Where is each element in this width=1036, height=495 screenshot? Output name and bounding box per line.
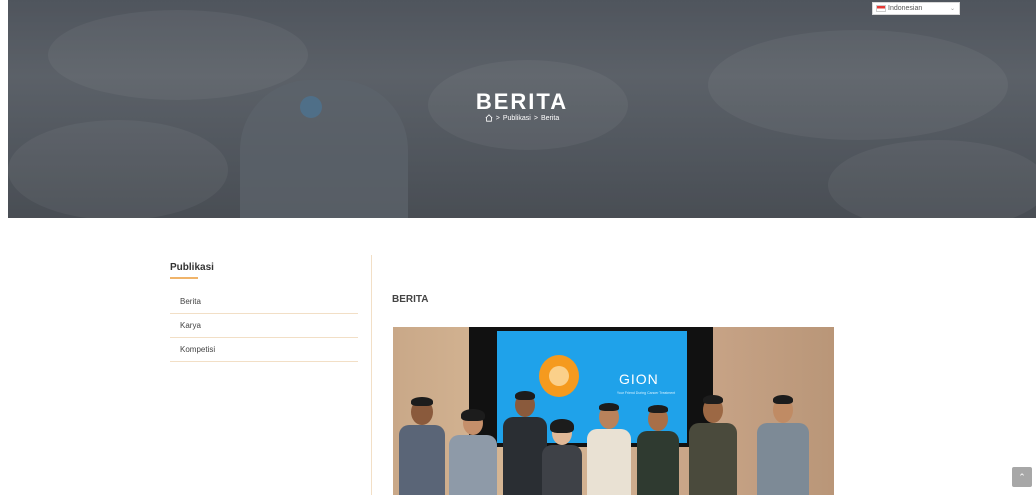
scroll-to-top-button[interactable]: ⌃	[1012, 467, 1032, 487]
chevron-up-icon: ⌃	[1018, 471, 1026, 482]
news-photo[interactable]: GION Your Friend During Cancer Treatment	[393, 327, 834, 495]
home-icon[interactable]	[485, 114, 493, 122]
person	[539, 419, 585, 495]
section-title: BERITA	[392, 294, 429, 305]
breadcrumb-separator: >	[533, 114, 538, 122]
person	[397, 397, 447, 495]
sidebar-item-kompetisi[interactable]: Kompetisi	[170, 338, 358, 362]
person	[447, 409, 499, 495]
chevron-down-icon: ⌄	[949, 6, 955, 12]
language-select-value: Indonesian	[888, 5, 923, 12]
breadcrumb-item-publikasi[interactable]: Publikasi	[503, 115, 531, 122]
screen-subtitle: Your Friend During Cancer Treatment	[616, 391, 676, 395]
sidebar: Publikasi Berita Karya Kompetisi	[170, 262, 358, 362]
person	[635, 405, 681, 495]
sidebar-menu: Berita Karya Kompetisi	[170, 290, 358, 362]
breadcrumb-separator: >	[495, 114, 500, 122]
hero-banner: BERITA > Publikasi > Berita	[8, 0, 1036, 218]
person	[687, 395, 739, 495]
content-divider	[371, 255, 372, 495]
sidebar-item-berita[interactable]: Berita	[170, 290, 358, 314]
screen-title: GION	[619, 371, 659, 387]
sidebar-item-karya[interactable]: Karya	[170, 314, 358, 338]
person	[755, 395, 811, 495]
sidebar-title: Publikasi	[170, 262, 214, 273]
language-select[interactable]: Indonesian ⌄	[872, 2, 960, 15]
breadcrumb: > Publikasi > Berita	[8, 114, 1036, 122]
sidebar-title-underline	[170, 277, 198, 279]
page-title: BERITA	[475, 89, 569, 114]
indonesia-flag-icon	[876, 5, 886, 12]
breadcrumb-item-berita[interactable]: Berita	[541, 115, 559, 122]
person	[585, 403, 633, 495]
